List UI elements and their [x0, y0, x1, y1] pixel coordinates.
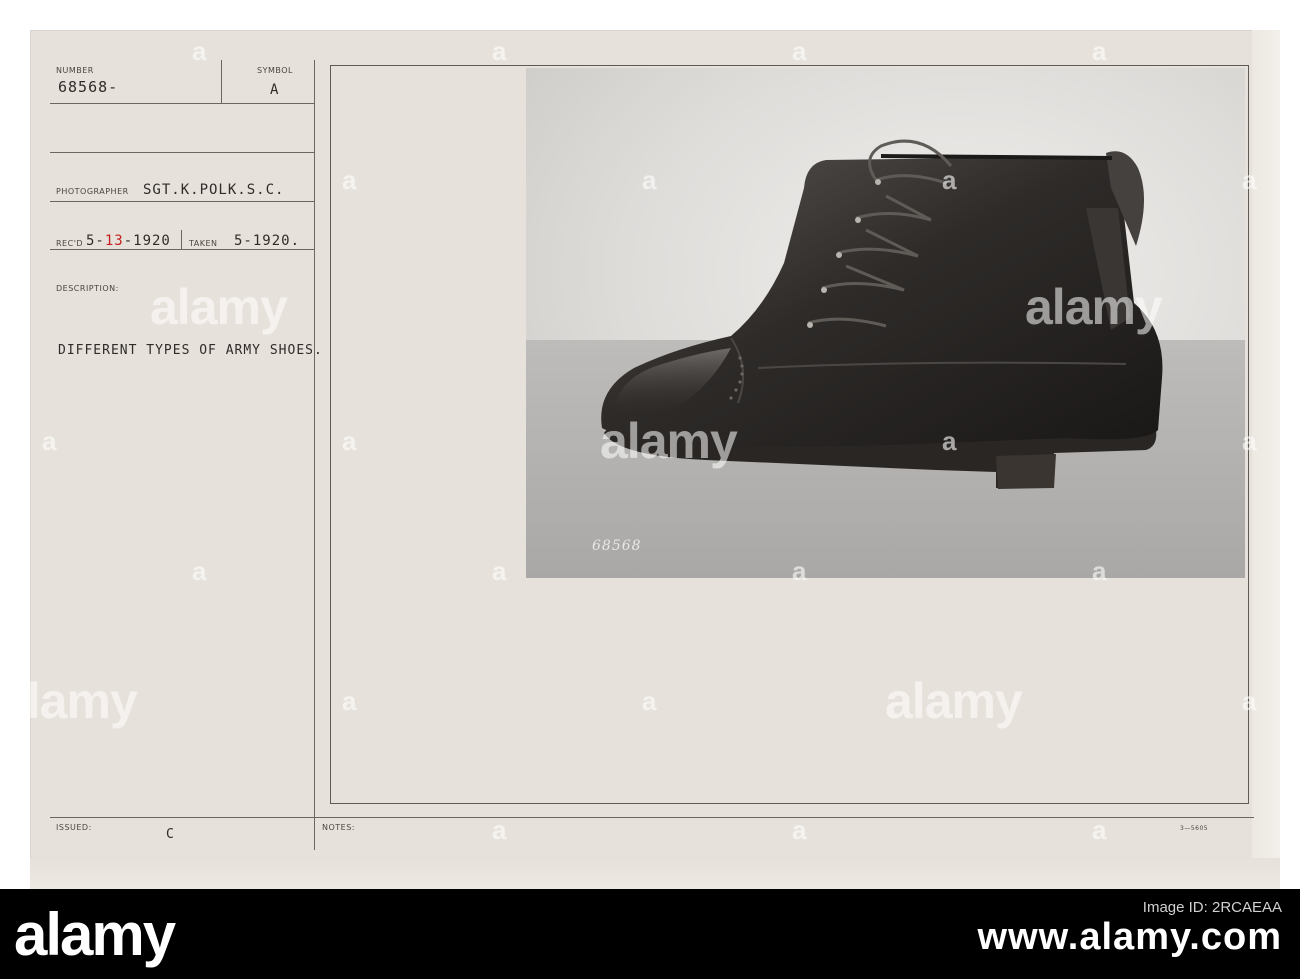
taken-value: 5-1920.	[234, 233, 301, 249]
column-divider	[314, 60, 315, 850]
card-edge-bottom	[30, 858, 1280, 890]
notes-label: NOTES:	[322, 823, 355, 832]
description-value: DIFFERENT TYPES OF ARMY SHOES.	[58, 343, 323, 358]
watermark-a-mark: a	[1092, 36, 1107, 66]
stock-info: Image ID: 2RCAEAA www.alamy.com	[978, 899, 1282, 959]
bottom-rule	[50, 817, 1254, 818]
photographer-label: PHOTOGRAPHER	[56, 187, 129, 196]
recd-label: REC'D	[56, 239, 84, 248]
upper-rule	[50, 152, 314, 153]
form-code: 3—5605	[1180, 825, 1209, 832]
watermark-text: alamy	[1025, 279, 1163, 335]
alamy-logo[interactable]: alamy	[0, 889, 176, 979]
photographer-rule	[50, 201, 314, 202]
watermark-text: alamy	[600, 413, 738, 469]
watermark-a-mark: a	[42, 426, 57, 456]
photographer-value: SGT.K.POLK.S.C.	[143, 182, 285, 198]
watermark-a-mark: a	[492, 36, 507, 66]
watermark-a-mark: a	[792, 556, 807, 586]
watermark-a-mark: a	[342, 426, 357, 456]
watermark-a-mark: a	[1242, 165, 1257, 195]
recd-taken-divider	[181, 230, 182, 250]
description-label: DESCRIPTION:	[56, 284, 119, 293]
watermark-text: alamy	[150, 279, 288, 335]
watermark-a-mark: a	[642, 165, 657, 195]
number-rule	[50, 103, 314, 104]
number-value: 68568-	[58, 78, 119, 96]
watermark-a-mark: a	[1242, 426, 1257, 456]
recd-year: -1920	[123, 233, 171, 249]
watermark-a-mark: a	[192, 556, 207, 586]
watermark-a-mark: a	[342, 165, 357, 195]
watermark-a-mark: a	[1092, 556, 1107, 586]
watermark-a-mark: a	[792, 815, 807, 845]
watermark-a-mark: a	[1242, 686, 1257, 716]
taken-label: TAKEN	[189, 239, 218, 248]
symbol-label: SYMBOL	[257, 66, 293, 75]
recd-value: 5-13-1920	[86, 233, 171, 249]
issued-label: ISSUED:	[56, 823, 92, 832]
card-edge-right	[1252, 30, 1280, 890]
stock-footer-bar: alamy Image ID: 2RCAEAA www.alamy.com	[0, 889, 1300, 979]
watermark-text: alamy	[0, 673, 138, 729]
watermark-a-mark: a	[642, 686, 657, 716]
watermark-a-mark: a	[942, 426, 957, 456]
site-url[interactable]: www.alamy.com	[978, 916, 1282, 959]
issued-value: C	[166, 827, 175, 842]
watermark-a-mark: a	[1092, 815, 1107, 845]
number-label: NUMBER	[56, 66, 94, 75]
symbol-value: A	[270, 82, 280, 98]
photo-caption-number: 68568	[592, 538, 642, 554]
watermark-a-mark: a	[192, 36, 207, 66]
watermark-a-mark: a	[792, 36, 807, 66]
watermark-a-mark: a	[492, 815, 507, 845]
watermark-text: alamy	[885, 673, 1023, 729]
dates-rule	[50, 249, 314, 250]
number-symbol-divider	[221, 60, 222, 104]
image-id: Image ID: 2RCAEAA	[1142, 899, 1282, 916]
watermark-a-mark: a	[342, 686, 357, 716]
watermark-a-mark: a	[492, 556, 507, 586]
watermark-a-mark: a	[942, 165, 957, 195]
recd-day-month: 5-	[86, 233, 105, 249]
recd-day-red: 13	[104, 233, 124, 249]
